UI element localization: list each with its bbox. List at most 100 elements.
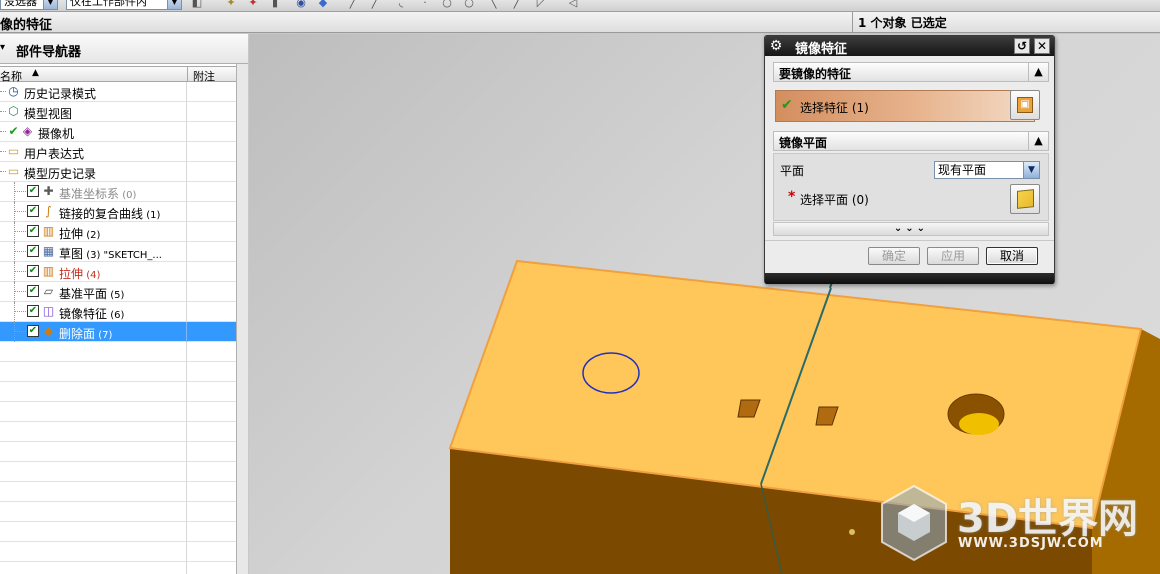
point-icon[interactable]: · — [418, 0, 432, 10]
navigator-column-header: 名称 ▲ 附注 — [0, 66, 236, 83]
reset-icon[interactable]: ↺ — [1014, 38, 1030, 54]
tree-row-label: 链接的复合曲线 (1) — [59, 205, 160, 222]
rotate-view-icon[interactable]: ◉ — [294, 0, 308, 10]
model-views-icon: ⬡ — [8, 104, 19, 118]
column-separator — [186, 102, 187, 122]
tree-row[interactable]: ✔ ▥ 拉伸 (2) — [0, 222, 236, 242]
visibility-checkbox[interactable]: ✔ — [27, 245, 39, 257]
curve-icon[interactable]: ╱ — [510, 0, 524, 10]
visibility-checkbox[interactable]: ✔ — [27, 325, 39, 337]
sketch-icon: ▦ — [42, 244, 55, 258]
tree-row[interactable]: ▭ 模型历史记录 — [0, 162, 236, 182]
circle-center-icon[interactable]: ○ — [462, 0, 476, 10]
tree-row[interactable]: ✔ ▥ 拉伸 (4) — [0, 262, 236, 282]
ok-button[interactable]: 确定 — [868, 247, 920, 265]
expand-more-icon: ⌄⌄⌄ — [893, 223, 929, 234]
select-plane-label[interactable]: 选择平面 (0) — [800, 191, 869, 208]
tree-row-index: (5) — [107, 290, 125, 301]
tree-row-index: (6) — [107, 310, 125, 321]
tree-row[interactable]: ✔ ◈ 摄像机 — [0, 122, 236, 142]
visibility-checkbox[interactable]: ✔ — [27, 225, 39, 237]
tree-connector — [14, 222, 15, 242]
snap-mid-icon[interactable]: ▮ — [268, 0, 282, 10]
tree-connector — [14, 262, 15, 282]
mirror-feature-dialog: ⚙ 镜像特征 ↺ ✕ 要镜像的特征 ▲ ✔ 选择特征 (1) ▣ 镜像平面 ▲ … — [764, 35, 1055, 284]
more-options-bar[interactable]: ⌄⌄⌄ — [773, 222, 1049, 236]
navigator-title: 部件导航器 — [16, 45, 82, 60]
watermark-url: WWW.3DSJW.COM — [958, 536, 1104, 551]
tangent-icon[interactable]: ╲ — [486, 0, 500, 10]
column-separator — [186, 382, 187, 402]
selection-filter-dropdown[interactable]: 没选器 ▼ — [0, 0, 58, 10]
tree-row-name: 拉伸 — [59, 227, 84, 241]
visibility-checkbox[interactable]: ✔ — [27, 205, 39, 217]
snap-point-icon[interactable]: ✦ — [224, 0, 238, 10]
column-separator — [186, 442, 187, 462]
tree-row-name: 镜像特征 — [59, 307, 108, 321]
apply-button[interactable]: 应用 — [927, 247, 979, 265]
collapse-icon[interactable]: ▲ — [1028, 63, 1048, 81]
select-features-row[interactable]: ✔ 选择特征 (1) — [775, 90, 1035, 122]
measure-icon[interactable]: ◸ — [534, 0, 548, 10]
tree-row[interactable]: ✔ ▱ 基准平面 (5) — [0, 282, 236, 302]
tree-connector — [14, 311, 26, 312]
arc-icon[interactable]: ◟ — [394, 0, 408, 10]
tree-row[interactable]: ◷ 历史记录模式 — [0, 82, 236, 102]
dialog-title: 镜像特征 — [795, 42, 848, 57]
column-separator — [186, 322, 187, 342]
column-separator — [186, 482, 187, 502]
visibility-checkbox[interactable]: ✔ — [27, 265, 39, 277]
navigator-scrollbar[interactable] — [236, 64, 248, 574]
polyline-icon[interactable]: ╱ — [368, 0, 382, 10]
empty-row — [0, 342, 236, 362]
snap-end-icon[interactable]: ✦ — [246, 0, 260, 10]
tree-row[interactable]: ✔ ▦ 草图 (3) "SKETCH_... — [0, 242, 236, 262]
column-separator — [186, 522, 187, 542]
visibility-checkbox[interactable]: ✔ — [27, 185, 39, 197]
tree-connector — [14, 322, 15, 342]
tree-row-name: 摄像机 — [38, 127, 75, 141]
tree-row-label: 用户表达式 — [24, 145, 84, 162]
select-feature-button[interactable]: ▣ — [1010, 90, 1040, 120]
line-icon[interactable]: ╱ — [346, 0, 360, 10]
dialog-titlebar[interactable]: ⚙ 镜像特征 ↺ ✕ — [765, 36, 1054, 57]
visibility-checkbox[interactable]: ✔ — [27, 285, 39, 297]
tree-row-index: (1) — [143, 210, 161, 221]
deselect-icon[interactable]: ◧ — [190, 0, 204, 10]
tree-row[interactable]: ✔ ✚ 基准坐标系 (0) — [0, 182, 236, 202]
close-icon[interactable]: ✕ — [1034, 38, 1050, 54]
collapse-icon[interactable]: ▲ — [1028, 132, 1048, 150]
column-separator[interactable] — [187, 67, 188, 82]
plane-type-dropdown[interactable]: 现有平面 ▼ — [934, 161, 1040, 179]
column-separator — [186, 182, 187, 202]
tree-row[interactable]: ⬡ 模型视图 — [0, 102, 236, 122]
section-features-title: 要镜像的特征 — [779, 67, 852, 81]
tree-row-label: 拉伸 (4) — [59, 265, 100, 282]
tree-row[interactable]: ▭ 用户表达式 — [0, 142, 236, 162]
cancel-button[interactable]: 取消 — [986, 247, 1038, 265]
selection-scope-value: 仅在工作部件内 — [70, 0, 147, 8]
tree-row-index: (7) — [95, 330, 113, 341]
navigator-header: ▾ 部件导航器 — [0, 34, 248, 64]
selection-scope-dropdown[interactable]: 仅在工作部件内 ▼ — [66, 0, 182, 10]
navigator-tree: 名称 ▲ 附注 ◷ 历史记录模式 ⬡ 模型视图 ✔ ◈ 摄像机 ▭ 用户表达式 ▭ 模型历史记录 ✔ ✚… — [0, 66, 236, 574]
section-plane-title: 镜像平面 — [779, 136, 828, 150]
tree-row-name: 模型视图 — [24, 107, 73, 121]
select-plane-button[interactable] — [1010, 184, 1040, 214]
section-plane-header[interactable]: 镜像平面 ▲ — [773, 131, 1049, 151]
visibility-checkbox[interactable]: ✔ — [27, 305, 39, 317]
tree-row[interactable]: ✔ ∫ 链接的复合曲线 (1) — [0, 202, 236, 222]
tree-connector — [14, 251, 26, 252]
undo-select-icon[interactable]: ◁ — [566, 0, 580, 10]
tree-connector — [14, 331, 26, 332]
chevron-down-icon: ▼ — [43, 0, 57, 9]
gear-icon[interactable]: ⚙ — [768, 38, 784, 54]
circle-icon[interactable]: ○ — [440, 0, 454, 10]
section-features-header[interactable]: 要镜像的特征 ▲ — [773, 62, 1049, 82]
round-hole-bottom — [959, 413, 999, 435]
tree-row[interactable]: ✔ ◆ 删除面 (7) — [0, 322, 236, 342]
view-cube-icon[interactable]: ◆ — [316, 0, 330, 10]
sort-ascending-icon: ▲ — [32, 68, 39, 78]
tree-row[interactable]: ✔ ◫ 镜像特征 (6) — [0, 302, 236, 322]
expand-arrow-icon[interactable]: ▾ — [0, 42, 5, 53]
